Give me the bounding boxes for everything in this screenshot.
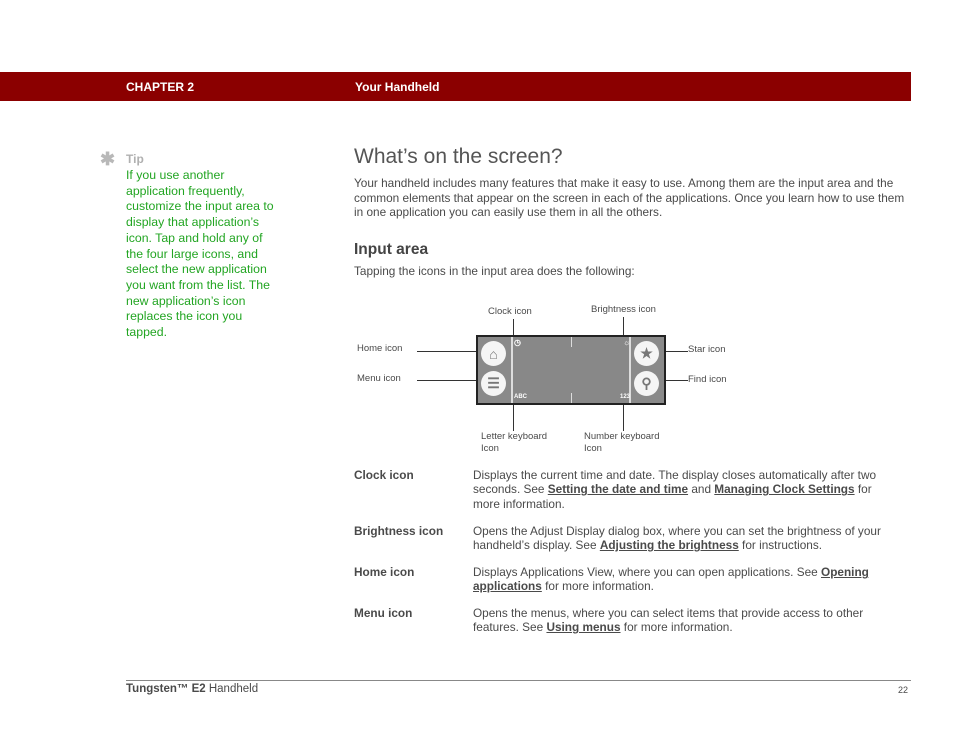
definition-description: Displays Applications View, where you ca… (473, 565, 893, 594)
number-leader-line (623, 401, 624, 431)
star-label: Star icon (688, 344, 726, 355)
menu-icon[interactable]: ☰ (481, 371, 506, 396)
brightness-label: Brightness icon (591, 304, 656, 315)
definition-text: Displays Applications View, where you ca… (473, 565, 822, 579)
definition-term: Menu icon (354, 606, 413, 620)
star-icon[interactable]: ★ (634, 341, 659, 366)
right-icon-panel: ★ ⚲ (629, 337, 664, 403)
asterisk-icon: ✱ (100, 149, 116, 169)
footer-product-suffix: Handheld (205, 683, 259, 695)
section-lead: Tapping the icons in the input area does… (354, 263, 635, 278)
chapter-label: CHAPTER 2 (126, 80, 195, 94)
menu-label: Menu icon (357, 373, 401, 384)
definition-text: for more information. (541, 579, 654, 594)
definition-description: Opens the menus, where you can select it… (473, 606, 893, 635)
input-area-diagram: Clock icon Brightness icon Home icon Men… (354, 298, 754, 463)
clock-icon[interactable]: ◷ (514, 338, 521, 347)
screen-divider-bottom (571, 393, 572, 403)
menu-leader-line (417, 380, 481, 381)
footer-product-name: Tungsten™ E2 (126, 683, 206, 695)
find-icon[interactable]: ⚲ (634, 371, 659, 396)
intro-paragraph: Your handheld includes many features tha… (354, 176, 905, 219)
home-icon[interactable]: ⌂ (481, 341, 506, 366)
brightness-icon[interactable]: ☼ (623, 338, 630, 347)
link-setting-date-time[interactable]: Setting the date and time (548, 482, 688, 496)
home-label: Home icon (357, 343, 403, 354)
number-keyboard-icon[interactable]: 123 (620, 394, 630, 400)
screen-divider-top (571, 337, 572, 347)
number-keyboard-label-2: Icon (584, 443, 602, 454)
definition-description: Displays the current time and date. The … (473, 468, 893, 511)
input-area-device: ⌂ ☰ ★ ⚲ ◷ ☼ ABC 123 (476, 335, 666, 405)
tip-label: Tip (126, 152, 144, 166)
tip-text: If you use another application frequentl… (126, 168, 274, 340)
definition-text: and (688, 482, 715, 497)
chapter-title: Your Handheld (355, 80, 440, 94)
definition-term: Clock icon (354, 468, 414, 482)
left-icon-panel: ⌂ ☰ (478, 337, 513, 403)
page-title: What’s on the screen? (354, 145, 563, 168)
letter-leader-line (513, 401, 514, 431)
letter-keyboard-label: Letter keyboard (481, 431, 548, 442)
link-adjusting-brightness[interactable]: Adjusting the brightness (600, 538, 739, 552)
chapter-header-bar: CHAPTER 2 Your Handheld (0, 72, 911, 101)
main-content: What’s on the screen? Your handheld incl… (354, 142, 906, 278)
letter-keyboard-icon[interactable]: ABC (514, 394, 527, 400)
home-leader-line (417, 351, 481, 352)
find-label: Find icon (688, 374, 727, 385)
clock-label: Clock icon (488, 306, 532, 317)
definition-term: Home icon (354, 565, 415, 579)
number-keyboard-label: Number keyboard (584, 431, 660, 442)
letter-keyboard-label-2: Icon (481, 443, 499, 454)
footer-divider (126, 680, 911, 681)
definition-description: Opens the Adjust Display dialog box, whe… (473, 524, 893, 553)
definition-term: Brightness icon (354, 524, 444, 538)
link-using-menus[interactable]: Using menus (546, 620, 620, 634)
page-number: 22 (898, 685, 909, 695)
definition-text: for instructions. (738, 538, 823, 553)
definition-text: for more information. (620, 620, 733, 635)
link-managing-clock-settings[interactable]: Managing Clock Settings (714, 482, 854, 496)
section-title: Input area (354, 240, 429, 258)
footer-product: Tungsten™ E2 Handheld (126, 683, 258, 695)
